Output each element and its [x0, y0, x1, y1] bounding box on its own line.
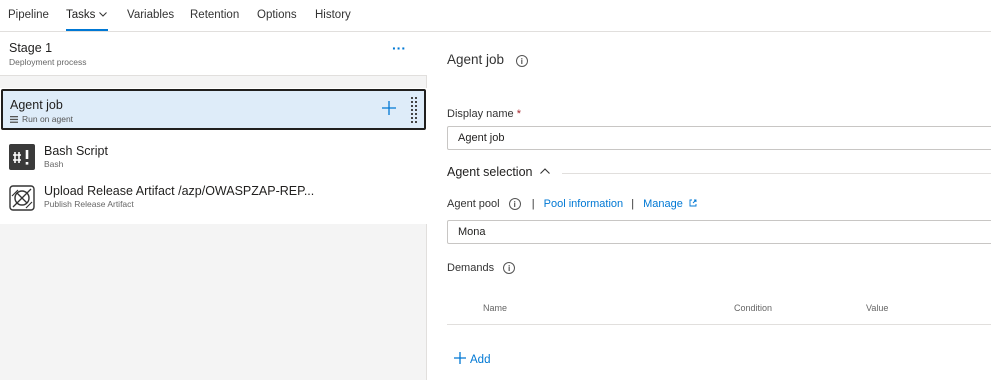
info-icon[interactable]: i	[503, 262, 516, 274]
grid-divider	[447, 324, 991, 325]
separator: |	[631, 198, 635, 210]
stage-subtitle: Deployment process	[9, 57, 87, 67]
add-task-plus-icon[interactable]	[382, 101, 396, 115]
tab-pipeline[interactable]: Pipeline	[8, 9, 49, 21]
task-title: Upload Release Artifact /azp/OWASPZAP-RE…	[44, 184, 315, 198]
task-row-upload-artifact[interactable]: Upload Release Artifact /azp/OWASPZAP-RE…	[1, 178, 426, 222]
artifact-icon	[9, 185, 35, 211]
tab-variables[interactable]: Variables	[127, 9, 174, 21]
agent-job-details: Agent job i Display name * Agent job Age…	[428, 32, 991, 380]
tab-options[interactable]: Options	[257, 9, 297, 21]
agent-job-subtitle: Run on agent	[10, 114, 73, 124]
agent-pool-row: Agent pool i | Pool information | Manage	[447, 198, 697, 210]
active-tab-indicator	[66, 29, 108, 31]
bash-icon	[9, 144, 35, 170]
tasks-pane: Stage 1 Deployment process ··· Agent job…	[0, 32, 427, 380]
task-list: Agent job Run on agent Bash Script Bash …	[0, 88, 427, 224]
agent-job-row[interactable]: Agent job Run on agent	[1, 89, 426, 130]
details-title-text: Agent job	[447, 52, 505, 67]
display-name-label-text: Display name	[447, 108, 514, 120]
plus-icon	[454, 352, 466, 364]
pool-information-link[interactable]: Pool information	[544, 198, 624, 210]
agent-selection-label: Agent selection	[447, 165, 533, 179]
add-demand-button[interactable]: Add	[454, 352, 490, 366]
manage-link[interactable]: Manage	[643, 198, 683, 210]
task-subtitle: Publish Release Artifact	[44, 199, 134, 209]
demands-label: Demands	[447, 262, 495, 274]
chevron-down-icon	[99, 12, 108, 17]
tab-retention[interactable]: Retention	[190, 9, 239, 21]
task-title: Bash Script	[44, 144, 108, 158]
task-subtitle: Bash	[44, 159, 64, 169]
required-mark: *	[516, 108, 521, 120]
agent-pool-select[interactable]: Mona	[447, 220, 991, 244]
tab-tasks[interactable]: Tasks	[66, 9, 108, 21]
agent-selection-header[interactable]: Agent selection	[447, 165, 550, 179]
add-demand-label: Add	[470, 354, 491, 366]
drag-handle-icon[interactable]	[410, 97, 418, 123]
demands-row: Demands i	[447, 262, 516, 274]
more-options-button[interactable]: ···	[392, 41, 406, 55]
stage-title: Stage 1	[9, 41, 53, 55]
column-header-name: Name	[483, 303, 508, 313]
agent-pool-label: Agent pool	[447, 198, 500, 210]
external-link-icon	[689, 199, 697, 207]
display-name-field[interactable]: Agent job	[447, 126, 991, 150]
list-lines-icon	[10, 116, 18, 123]
tab-history[interactable]: History	[315, 9, 351, 21]
details-title: Agent job i	[447, 52, 528, 67]
top-nav: Pipeline Tasks Variables Retention Optio…	[0, 0, 991, 32]
column-header-value: Value	[866, 303, 889, 313]
info-icon[interactable]: i	[515, 55, 528, 67]
chevron-up-icon	[540, 168, 550, 174]
display-name-label: Display name *	[447, 108, 521, 120]
tab-tasks-label: Tasks	[66, 9, 96, 21]
section-divider	[562, 173, 991, 174]
task-row-bash[interactable]: Bash Script Bash	[1, 134, 426, 178]
column-header-condition: Condition	[734, 303, 773, 313]
agent-job-title: Agent job	[10, 98, 63, 112]
info-icon[interactable]: i	[508, 198, 521, 210]
separator: |	[531, 198, 535, 210]
stage-header[interactable]: Stage 1 Deployment process ···	[0, 32, 427, 76]
agent-job-subtitle-text: Run on agent	[22, 114, 74, 124]
